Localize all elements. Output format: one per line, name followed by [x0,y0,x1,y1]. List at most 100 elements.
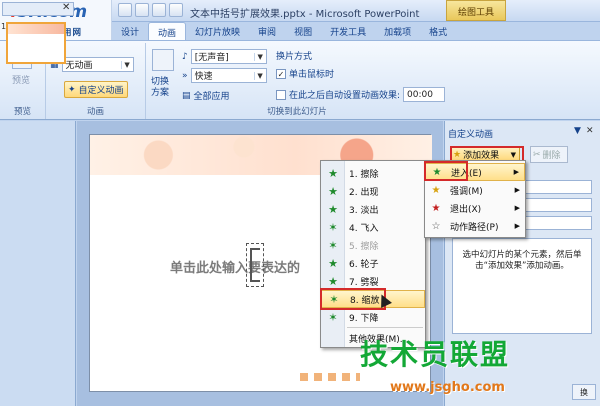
auto-advance-label: 在此之后自动设置动画效果: [289,91,401,101]
menu-item-effect-9[interactable]: ✶ 9. 下降 [321,308,425,326]
chevron-right-icon: ▶ [514,186,520,194]
green-star-icon: ✶ [328,238,338,252]
green-star-icon: ★ [328,256,338,270]
menu-item-effect-6[interactable]: ★ 6. 轮子 [321,254,425,272]
green-star-icon: ✶ [328,220,338,234]
transition-scheme-icon [152,49,174,71]
submenu-item-label: 退出(X) [450,204,482,215]
on-click-checkbox[interactable]: ✓ [276,68,286,79]
submenu-item-label: 动作路径(P) [450,222,499,233]
group-transition-label: 切换到此幻灯片 [267,107,327,117]
tab-format[interactable]: 格式 [420,22,456,40]
advance-slide-title: 换片方式 [276,52,313,62]
menu-item-effect-2[interactable]: ★ 2. 出现 [321,182,425,200]
menu-item-effect-5[interactable]: ✶ 5. 擦除 [321,236,425,254]
chevron-down-icon: ▼ [253,71,266,80]
tab-slideshow[interactable]: 幻灯片放映 [186,22,249,40]
transition-speed: » 快速 ▼ [182,68,267,83]
custom-animation-label: 自定义动画 [78,86,124,96]
menu-item-effect-4[interactable]: ✶ 4. 飞入 [321,218,425,236]
close-icon[interactable]: ✕ [586,126,594,136]
outline-star-icon: ☆ [431,220,441,232]
on-click-label: 单击鼠标时 [289,70,335,80]
menu-item-label: 4. 飞入 [349,223,379,234]
slides-pane [0,121,76,406]
effects-menu: ★ 1. 擦除 ★ 2. 出现 ★ 3. 淡出 ✶ 4. 飞入 ✶ 5. 擦除 ★ 6. 轮… [320,160,426,348]
chevron-right-icon: ▶ [513,168,519,176]
group-animation-label: 动画 [86,107,104,117]
green-star-icon: ★ [328,184,338,198]
context-tab-drawing-tools[interactable]: 绘图工具 [446,0,506,21]
slide-thumbnail-header [8,24,64,34]
green-star-icon: ★ [328,166,338,180]
transition-speed-select[interactable]: 快速 ▼ [190,68,267,83]
chevron-right-icon: ▶ [514,222,520,230]
slide-thumbnail[interactable] [6,22,66,64]
on-click-option[interactable]: ✓ 单击鼠标时 [276,67,334,80]
delete-icon: ✂ [533,149,541,160]
menu-item-effect-3[interactable]: ★ 3. 淡出 [321,200,425,218]
save-icon[interactable] [118,3,132,17]
apply-all-label: 全部应用 [193,92,230,102]
bracket-shape[interactable] [246,243,264,287]
auto-advance-option: 在此之后自动设置动画效果: 00:00 [276,87,446,102]
transition-sound: ♪ [无声音] ▼ [182,49,267,64]
watermark-url: www.jsgho.com [390,380,505,395]
group-preview-label: 预览 [13,107,31,117]
menu-item-label: 6. 轮子 [349,259,379,270]
custom-animation-button[interactable]: ✦ 自定义动画 [64,81,128,98]
chevron-down-icon: ▼ [120,60,133,69]
quick-access-toolbar [118,3,183,17]
animation-list-hint: 选中幻灯片的某个元素，然后单击“添加效果”添加动画。 [462,250,582,271]
slide-footer-decoration [300,373,360,381]
red-star-icon: ★ [431,202,441,214]
chevron-down-icon[interactable]: ▼ [574,126,581,136]
transition-scheme-label-b: 方案 [151,88,170,98]
menu-item-effect-1[interactable]: ★ 1. 擦除 [321,164,425,182]
tab-addins[interactable]: 加载项 [375,22,420,40]
transition-sound-value: [无声音] [194,53,229,63]
watermark-title: 技术员联盟 [360,338,511,371]
submenu-item-motion-path[interactable]: ☆ 动作路径(P) ▶ [425,217,525,235]
apply-all-button[interactable]: ▤ 全部应用 [182,89,230,103]
submenu-item-label: 强调(M) [450,186,483,197]
sound-icon: ♪ [182,51,188,62]
ribbon-tabs: 设计 动画 幻灯片放映 审阅 视图 开发工具 加载项 格式 [112,22,456,40]
slide-placeholder-text[interactable]: 单击此处输入要表达的 [170,257,300,276]
submenu-item-emphasis[interactable]: ★ 强调(M) ▶ [425,181,525,199]
redo-icon[interactable] [152,3,166,17]
transition-scheme-label-a: 切换 [151,77,170,87]
tab-animation[interactable]: 动画 [148,22,187,40]
animation-effect-select[interactable]: 无动画 ▼ [61,57,134,72]
document-title: 文本中括号扩展效果.pptx - Microsoft PowerPoint [190,9,420,20]
auto-advance-checkbox[interactable] [276,89,286,100]
menu-item-label: 7. 劈裂 [349,277,379,288]
tab-developer[interactable]: 开发工具 [321,22,375,40]
green-star-icon: ★ [328,202,338,216]
ribbon: 预览 预览 ▦ 无动画 ▼ ✦ 自定义动画 动画 切换 方案 ♪ [无声音] ▼ » … [0,40,600,120]
menu-item-label: 2. 出现 [349,187,379,198]
preview-button[interactable]: 预览 [12,73,30,86]
undo-icon[interactable] [135,3,149,17]
transition-sound-select[interactable]: [无声音] ▼ [190,49,267,64]
gold-star-icon: ★ [431,184,441,196]
delete-effect-button[interactable]: ✂ 删除 [530,146,568,163]
tab-view[interactable]: 视图 [285,22,321,40]
auto-advance-time-input[interactable]: 00:00 [403,87,446,102]
group-transition: 切换 方案 ♪ [无声音] ▼ » 快速 ▼ ▤ 全部应用 换片方式 ✓ 单击鼠标时 在… [146,43,448,119]
auto-advance-time-value: 00:00 [407,89,433,100]
menu-item-label: 9. 下降 [349,313,379,324]
animation-effect-value: 无动画 [65,61,93,71]
menu-item-label: 5. 擦除 [349,241,379,252]
green-star-icon: ★ [328,274,338,288]
tab-design[interactable]: 设计 [112,22,148,40]
tab-review[interactable]: 审阅 [249,22,285,40]
task-pane-bottom-button[interactable]: 换 [572,384,596,400]
close-icon[interactable]: ✕ [62,2,70,13]
customize-icon[interactable] [169,3,183,17]
chevron-right-icon: ▶ [514,204,520,212]
green-star-icon: ✶ [328,310,338,324]
submenu-item-exit[interactable]: ★ 退出(X) ▶ [425,199,525,217]
transition-scheme-button[interactable]: 切换 方案 [151,77,169,99]
delete-label: 删除 [542,151,561,161]
